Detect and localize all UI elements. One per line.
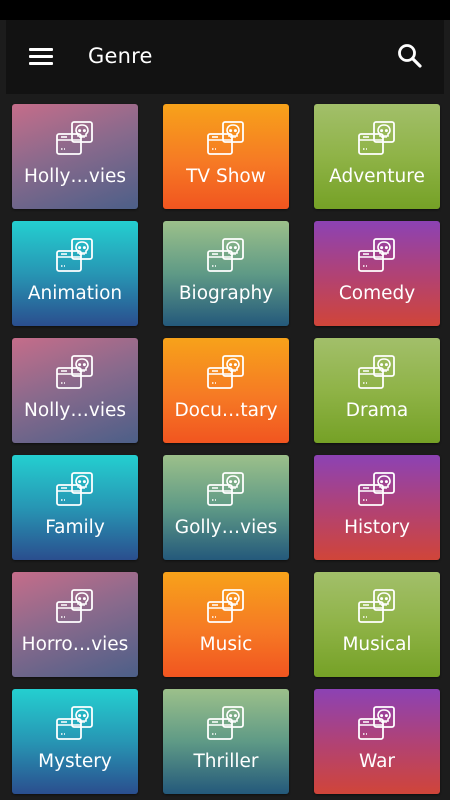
- genre-label: TV Show: [186, 166, 266, 187]
- genre-label: Mystery: [38, 751, 112, 772]
- genre-label: Golly…vies: [174, 517, 278, 538]
- genre-grid: Holly…vies TV Show Adventure Animation B…: [12, 104, 440, 794]
- genre-label: Horro…vies: [21, 634, 129, 655]
- genre-tile-nolly-vies[interactable]: Nolly…vies: [12, 338, 138, 443]
- menu-line: [29, 55, 53, 58]
- genre-label: Musical: [342, 634, 412, 655]
- genre-label: History: [344, 517, 410, 538]
- genre-tile-docu-tary[interactable]: Docu…tary: [163, 338, 289, 443]
- genre-label: Family: [45, 517, 105, 538]
- genre-tile-biography[interactable]: Biography: [163, 221, 289, 326]
- genre-tile-drama[interactable]: Drama: [314, 338, 440, 443]
- genre-tile-golly-vies[interactable]: Golly…vies: [163, 455, 289, 560]
- film-skull-icon: [206, 120, 246, 160]
- genre-tile-history[interactable]: History: [314, 455, 440, 560]
- genre-screen: Genre Holly…vies TV Show Adventure Anima…: [0, 0, 450, 800]
- genre-tile-thriller[interactable]: Thriller: [163, 689, 289, 794]
- film-skull-icon: [357, 354, 397, 394]
- app-bar: Genre: [6, 20, 444, 94]
- genre-tile-family[interactable]: Family: [12, 455, 138, 560]
- film-skull-icon: [55, 471, 95, 511]
- genre-tile-comedy[interactable]: Comedy: [314, 221, 440, 326]
- genre-label: Adventure: [329, 166, 425, 187]
- film-skull-icon: [55, 588, 95, 628]
- film-skull-icon: [206, 705, 246, 745]
- genre-tile-musical[interactable]: Musical: [314, 572, 440, 677]
- genre-label: Animation: [27, 283, 123, 304]
- genre-tile-mystery[interactable]: Mystery: [12, 689, 138, 794]
- menu-line: [29, 62, 53, 65]
- genre-tile-adventure[interactable]: Adventure: [314, 104, 440, 209]
- hamburger-menu-icon[interactable]: [26, 42, 56, 70]
- film-skull-icon: [206, 354, 246, 394]
- film-skull-icon: [55, 705, 95, 745]
- genre-label: Thriller: [193, 751, 259, 772]
- genre-label: Music: [199, 634, 253, 655]
- film-skull-icon: [206, 471, 246, 511]
- genre-tile-horro-vies[interactable]: Horro…vies: [12, 572, 138, 677]
- film-skull-icon: [55, 120, 95, 160]
- genre-tile-tv-show[interactable]: TV Show: [163, 104, 289, 209]
- genre-label: Nolly…vies: [24, 400, 126, 421]
- genre-tile-music[interactable]: Music: [163, 572, 289, 677]
- film-skull-icon: [206, 588, 246, 628]
- genre-label: War: [358, 751, 396, 772]
- genre-label: Docu…tary: [174, 400, 278, 421]
- genre-tile-animation[interactable]: Animation: [12, 221, 138, 326]
- film-skull-icon: [357, 237, 397, 277]
- film-skull-icon: [357, 588, 397, 628]
- film-skull-icon: [357, 120, 397, 160]
- genre-label: Comedy: [338, 283, 416, 304]
- film-skull-icon: [55, 237, 95, 277]
- genre-tile-war[interactable]: War: [314, 689, 440, 794]
- genre-label: Holly…vies: [23, 166, 127, 187]
- page-title: Genre: [88, 44, 153, 68]
- film-skull-icon: [357, 471, 397, 511]
- film-skull-icon: [206, 237, 246, 277]
- genre-tile-holly-vies[interactable]: Holly…vies: [12, 104, 138, 209]
- status-bar: [0, 0, 450, 20]
- genre-label: Drama: [345, 400, 409, 421]
- genre-label: Biography: [178, 283, 274, 304]
- menu-line: [29, 48, 53, 51]
- film-skull-icon: [357, 705, 397, 745]
- film-skull-icon: [55, 354, 95, 394]
- search-icon[interactable]: [394, 40, 426, 72]
